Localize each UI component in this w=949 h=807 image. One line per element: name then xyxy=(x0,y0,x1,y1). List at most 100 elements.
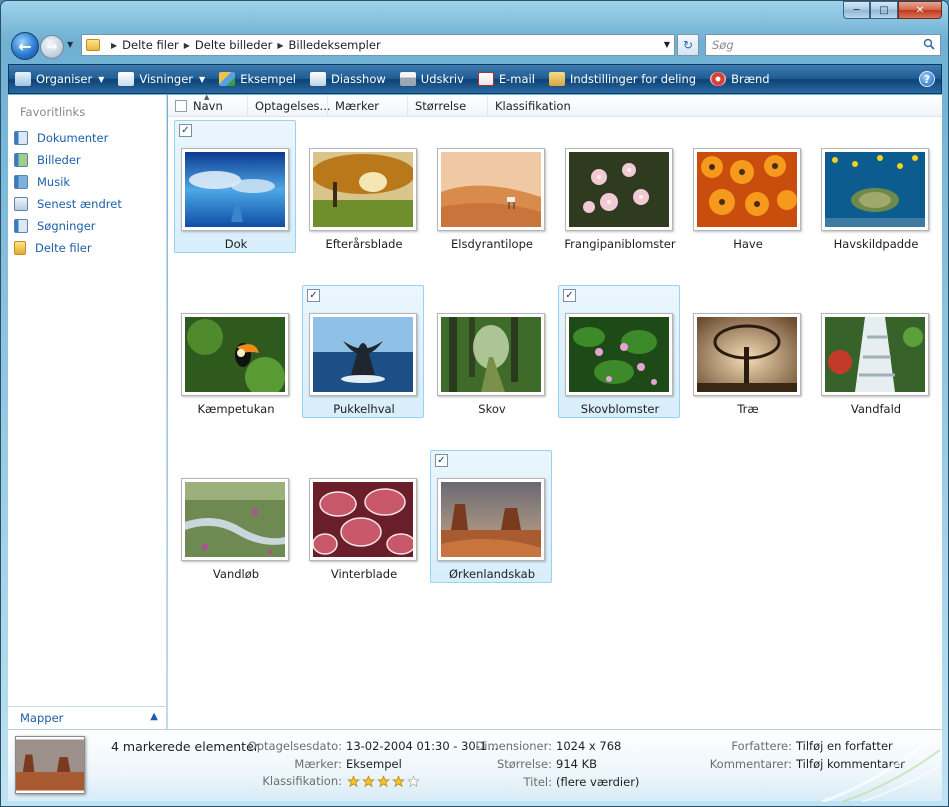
thumbnail xyxy=(181,313,289,396)
navigation-pane: Favoritlinks Dokumenter Billeder Musik S… xyxy=(8,95,167,729)
recent-pages-dropdown[interactable]: ▼ xyxy=(67,40,73,49)
star-empty-icon[interactable] xyxy=(407,774,420,788)
file-name: Havskildpadde xyxy=(833,237,919,251)
thumbnail xyxy=(181,478,289,561)
thumbnail-image xyxy=(569,317,669,392)
thumbnail-image xyxy=(185,482,285,557)
folder-icon xyxy=(14,241,26,255)
organize-button[interactable]: Organiser ▼ xyxy=(9,65,112,93)
file-tile[interactable]: ✓ Dok xyxy=(174,120,296,253)
tags-value[interactable]: Eksempel xyxy=(346,757,402,771)
favorite-links-title: Favoritlinks xyxy=(20,105,86,119)
burn-button[interactable]: Brænd xyxy=(704,65,778,93)
file-name: Vandløb xyxy=(212,567,260,581)
favorite-link-recently-changed[interactable]: Senest ændret xyxy=(14,193,122,215)
thumbnail xyxy=(309,478,417,561)
recent-icon xyxy=(14,197,28,211)
preview-button[interactable]: Eksempel xyxy=(213,65,304,93)
column-header-rating[interactable]: Klassifikation xyxy=(488,95,571,117)
maximize-button[interactable]: □ xyxy=(870,1,898,19)
views-button[interactable]: Visninger ▼ xyxy=(112,65,213,93)
preview-icon xyxy=(219,72,236,86)
close-button[interactable]: ✕ xyxy=(898,1,942,19)
column-header-label: Navn xyxy=(193,99,223,113)
refresh-button[interactable]: ↻ xyxy=(677,34,699,56)
favorite-link-searches[interactable]: Søgninger xyxy=(14,215,122,237)
print-label: Udskriv xyxy=(420,72,464,86)
file-tile[interactable]: Efterårsblade xyxy=(302,120,424,253)
file-tile[interactable]: Kæmpetukan xyxy=(174,285,296,418)
file-tile[interactable]: Havskildpadde xyxy=(814,120,936,253)
column-header-size[interactable]: Størrelse xyxy=(408,95,488,117)
arrow-right-icon: → xyxy=(46,39,58,55)
file-tile[interactable]: Elsdyrantilope xyxy=(430,120,552,253)
favorite-link-label: Musik xyxy=(37,175,71,189)
breadcrumb-arrow-icon[interactable]: ▶ xyxy=(184,41,190,50)
command-bar: Organiser ▼ Visninger ▼ Eksempel Diassho… xyxy=(8,64,942,94)
help-button[interactable]: ? xyxy=(919,71,935,87)
file-tile[interactable]: Skov xyxy=(430,285,552,418)
search-input[interactable]: Søg xyxy=(705,34,941,56)
item-checkbox[interactable]: ✓ xyxy=(563,289,576,302)
favorite-link-music[interactable]: Musik xyxy=(14,171,122,193)
sharing-label: Indstillinger for deling xyxy=(569,72,697,86)
print-button[interactable]: Udskriv xyxy=(394,65,472,93)
file-name: Vandfald xyxy=(850,402,902,416)
folder-icon xyxy=(86,39,100,51)
back-button[interactable]: ← xyxy=(11,32,39,60)
breadcrumb-arrow-icon[interactable]: ▶ xyxy=(111,41,117,50)
item-checkbox[interactable]: ✓ xyxy=(307,289,320,302)
address-bar[interactable]: ▶ Delte filer ▶ Delte billeder ▶ Billede… xyxy=(81,34,675,56)
date-field: Optagelsesdato: 13-02-2004 01:30 - 30-1..… xyxy=(238,739,498,753)
breadcrumb-arrow-icon[interactable]: ▶ xyxy=(277,41,283,50)
forward-button[interactable]: → xyxy=(40,35,64,59)
item-checkbox[interactable]: ✓ xyxy=(179,124,192,137)
rating-stars[interactable] xyxy=(347,774,422,788)
star-filled-icon[interactable] xyxy=(392,774,405,788)
star-filled-icon[interactable] xyxy=(362,774,375,788)
file-tile[interactable]: Vinterblade xyxy=(302,450,424,583)
file-tile[interactable]: Frangipaniblomster xyxy=(558,120,680,253)
breadcrumb-item[interactable]: Delte billeder xyxy=(195,38,272,52)
folders-toggle[interactable]: Mapper ▲ xyxy=(8,706,166,729)
minimize-button[interactable]: ─ xyxy=(843,1,870,19)
star-filled-icon[interactable] xyxy=(377,774,390,788)
favorite-link-pictures[interactable]: Billeder xyxy=(14,149,122,171)
column-header-name[interactable]: Navn ▲ xyxy=(168,93,248,117)
file-tile[interactable]: Træ xyxy=(686,285,808,418)
sharing-settings-button[interactable]: Indstillinger for deling xyxy=(543,65,704,93)
address-dropdown-icon[interactable]: ▼ xyxy=(664,40,670,49)
thumbnail-image xyxy=(697,317,797,392)
column-header-date[interactable]: Optagelses... xyxy=(248,95,331,117)
breadcrumb-item[interactable]: Delte filer xyxy=(122,38,179,52)
file-tile[interactable]: Vandløb xyxy=(174,450,296,583)
file-tile[interactable]: Vandfald xyxy=(814,285,936,418)
star-filled-icon[interactable] xyxy=(347,774,360,788)
column-header-tags[interactable]: Mærker xyxy=(328,95,408,117)
file-tile[interactable]: Have xyxy=(686,120,808,253)
thumbnail xyxy=(693,148,801,231)
select-all-checkbox[interactable] xyxy=(175,100,187,112)
file-tile[interactable]: ✓ Skovblomster xyxy=(558,285,680,418)
authors-label: Forfattere: xyxy=(731,739,792,753)
breadcrumb-item[interactable]: Billedeksempler xyxy=(289,38,381,52)
thumbnail xyxy=(437,478,545,561)
email-button[interactable]: E-mail xyxy=(472,65,543,93)
thumbnail-image xyxy=(313,482,413,557)
burn-label: Brænd xyxy=(731,72,770,86)
title-value[interactable]: (flere værdier) xyxy=(556,775,639,789)
file-tile[interactable]: ✓ Pukkelhval xyxy=(302,285,424,418)
dimensions-field: Dimensioner: 1024 x 768 xyxy=(468,739,621,753)
chevron-up-icon: ▲ xyxy=(150,711,158,722)
column-header-label: Mærker xyxy=(335,99,379,113)
item-checkbox[interactable]: ✓ xyxy=(435,454,448,467)
slideshow-button[interactable]: Diasshow xyxy=(304,65,394,93)
file-name: Skovblomster xyxy=(580,402,660,416)
favorite-link-shared[interactable]: Delte filer xyxy=(14,237,122,259)
favorite-link-documents[interactable]: Dokumenter xyxy=(14,127,122,149)
comments-label: Kommentarer: xyxy=(709,757,792,771)
thumbnail xyxy=(821,313,929,396)
search-icon[interactable] xyxy=(923,38,935,50)
thumbnail-image xyxy=(185,317,285,392)
file-tile[interactable]: ✓ Ørkenlandskab xyxy=(430,450,552,583)
